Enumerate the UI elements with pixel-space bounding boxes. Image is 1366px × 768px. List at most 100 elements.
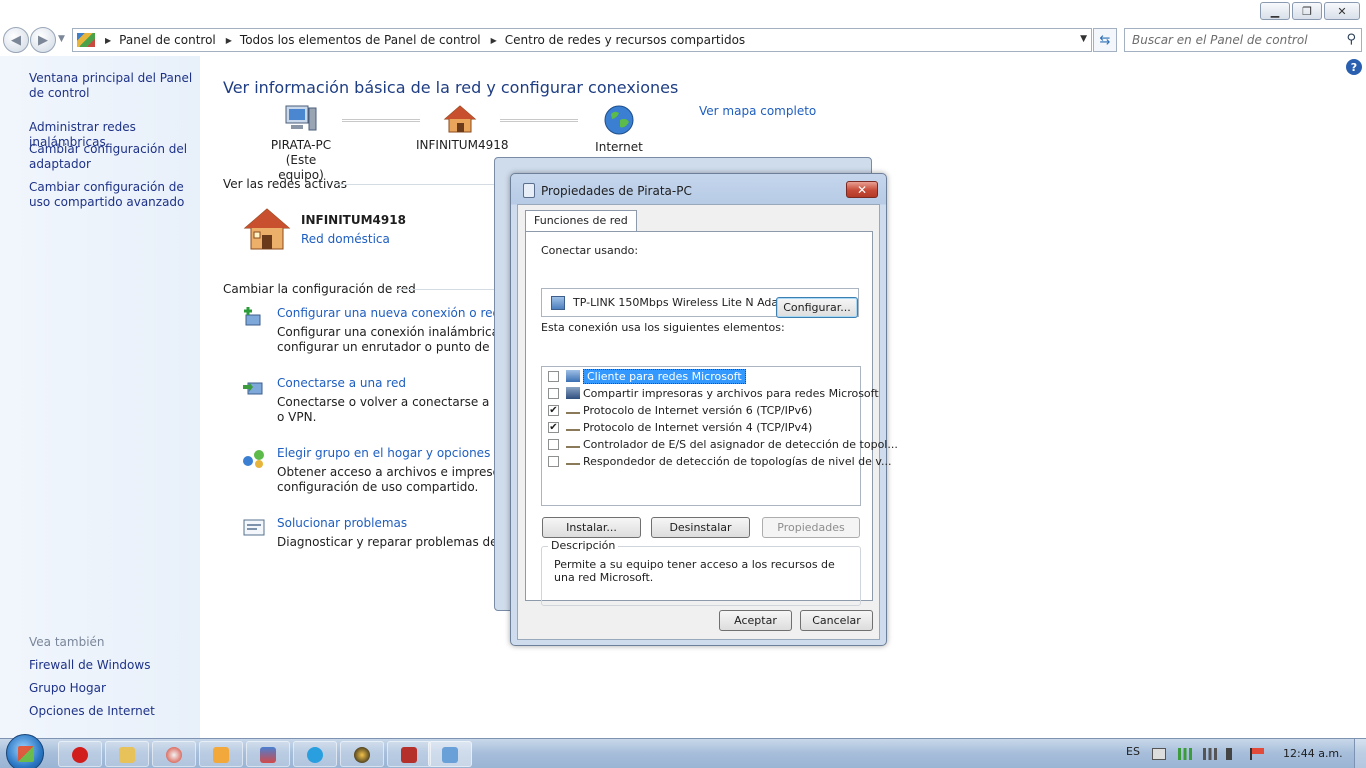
search-input[interactable] bbox=[1132, 33, 1342, 47]
homegroup-icon bbox=[243, 450, 264, 468]
tab-panel: Conectar usando: TP-LINK 150Mbps Wireles… bbox=[525, 231, 898, 606]
protocol-icon bbox=[566, 407, 580, 414]
breadcrumb-item-network-center[interactable]: Centro de redes y recursos compartidos bbox=[505, 33, 745, 47]
sidebar-item-advanced-sharing[interactable]: Cambiar configuración de uso compartido … bbox=[29, 180, 194, 210]
action-center-flag-icon[interactable] bbox=[1250, 748, 1264, 760]
description-text: Permite a su equipo tener acceso a los r… bbox=[554, 558, 835, 584]
sidebar-item-control-panel-home[interactable]: Ventana principal del Panel de control bbox=[29, 71, 194, 101]
search-box[interactable]: ⚲ bbox=[1124, 28, 1362, 52]
breadcrumb-separator-icon[interactable]: ▶ bbox=[491, 36, 497, 45]
folder-icon bbox=[119, 747, 135, 763]
taskbar-app-archive[interactable] bbox=[387, 741, 431, 767]
breadcrumb-separator-icon[interactable]: ▶ bbox=[226, 36, 232, 45]
minimize-button[interactable]: ▁ bbox=[1260, 2, 1290, 20]
forward-button[interactable]: ▶ bbox=[30, 27, 56, 53]
list-item[interactable]: ✔ Protocolo de Internet versión 4 (TCP/I… bbox=[548, 419, 812, 435]
show-desktop-button[interactable] bbox=[1354, 739, 1366, 768]
taskbar-app-opera[interactable] bbox=[58, 741, 102, 767]
network-node-internet[interactable]: Internet bbox=[585, 104, 653, 155]
elements-label: Esta conexión usa los siguientes element… bbox=[541, 321, 785, 334]
opera-icon bbox=[72, 747, 88, 763]
taskbar-app-media[interactable] bbox=[199, 741, 243, 767]
install-button[interactable]: Instalar... bbox=[542, 517, 641, 538]
description-group: Descripción Permite a su equipo tener ac… bbox=[541, 539, 861, 606]
start-button[interactable] bbox=[6, 734, 44, 768]
taskbar-app-messenger[interactable] bbox=[340, 741, 384, 767]
taskbar-app-explorer[interactable] bbox=[105, 741, 149, 767]
list-item[interactable]: Respondedor de detección de topologías d… bbox=[548, 453, 892, 469]
breadcrumb-item-panel[interactable]: Panel de control bbox=[119, 33, 216, 47]
maximize-button[interactable]: ❐ bbox=[1292, 2, 1322, 20]
printer-sharing-icon bbox=[566, 387, 580, 399]
home-network-icon[interactable] bbox=[242, 206, 292, 252]
clock[interactable]: 12:44 a.m. bbox=[1283, 747, 1343, 760]
language-indicator[interactable]: ES bbox=[1126, 745, 1140, 758]
list-item-label: Cliente para redes Microsoft bbox=[583, 368, 746, 384]
uninstall-button[interactable]: Desinstalar bbox=[651, 517, 750, 538]
network-node-pc[interactable]: PIRATA-PC (Este equipo) bbox=[265, 104, 337, 183]
volume-icon[interactable] bbox=[1226, 748, 1240, 760]
connect-network-icon bbox=[243, 382, 263, 395]
tab-networking[interactable]: Funciones de red bbox=[525, 210, 637, 231]
taskbar-app-skype[interactable] bbox=[293, 741, 337, 767]
taskbar-app-ccleaner[interactable] bbox=[152, 741, 196, 767]
dialog-close-button[interactable]: ✕ bbox=[846, 181, 878, 198]
task-homegroup-desc: Obtener acceso a archivos e impresoras u… bbox=[277, 465, 530, 495]
ok-button[interactable]: Aceptar bbox=[719, 610, 792, 631]
network-client-icon bbox=[566, 370, 580, 382]
section-divider bbox=[336, 184, 496, 185]
list-item[interactable]: Compartir impresoras y archivos para red… bbox=[548, 385, 879, 401]
address-bar[interactable]: ▶ Panel de control ▶ Todos los elementos… bbox=[72, 28, 1092, 52]
element-checkbox[interactable]: ✔ bbox=[548, 404, 559, 416]
task-desc-line: Obtener acceso a archivos e impresoras u bbox=[277, 465, 530, 479]
element-checkbox[interactable] bbox=[548, 438, 559, 450]
sidebar-item-firewall[interactable]: Firewall de Windows bbox=[29, 658, 194, 673]
search-icon[interactable]: ⚲ bbox=[1346, 32, 1356, 47]
new-connection-icon bbox=[244, 307, 261, 326]
breadcrumb-separator-icon[interactable]: ▶ bbox=[105, 36, 111, 45]
network-type-link[interactable]: Red doméstica bbox=[301, 232, 390, 246]
help-icon[interactable]: ? bbox=[1346, 59, 1362, 75]
active-networks-heading: Ver las redes activas bbox=[223, 177, 347, 191]
recent-pages-dropdown-icon[interactable]: ▼ bbox=[58, 34, 65, 44]
configure-button[interactable]: Configurar... bbox=[776, 297, 858, 318]
element-checkbox[interactable] bbox=[548, 455, 559, 467]
keyboard-icon[interactable] bbox=[1152, 748, 1166, 760]
network-node-router[interactable]: INFINITUM4918 bbox=[416, 104, 508, 153]
address-dropdown-icon[interactable]: ▼ bbox=[1080, 34, 1087, 44]
element-checkbox[interactable] bbox=[548, 370, 559, 382]
taskbar-app-tool[interactable] bbox=[246, 741, 290, 767]
cancel-button[interactable]: Cancelar bbox=[800, 610, 873, 631]
element-checkbox[interactable]: ✔ bbox=[548, 421, 559, 433]
description-legend: Descripción bbox=[548, 539, 619, 552]
sidebar-item-homegroup[interactable]: Grupo Hogar bbox=[29, 681, 194, 696]
close-icon: ✕ bbox=[856, 182, 868, 197]
breadcrumb-item-all-items[interactable]: Todos los elementos de Panel de control bbox=[240, 33, 481, 47]
computer-icon bbox=[285, 105, 317, 131]
sidebar-item-internet-options[interactable]: Opciones de Internet bbox=[29, 704, 194, 719]
list-item[interactable]: Controlador de E/S del asignador de dete… bbox=[548, 436, 898, 452]
element-checkbox[interactable] bbox=[548, 387, 559, 399]
protocol-icon bbox=[566, 458, 580, 465]
back-button[interactable]: ◀ bbox=[3, 27, 29, 53]
network-signal-icon[interactable] bbox=[1203, 748, 1217, 760]
taskbar-app-control-panel[interactable] bbox=[428, 741, 472, 767]
wifi-signal-icon[interactable] bbox=[1178, 748, 1192, 760]
list-item[interactable]: Cliente para redes Microsoft bbox=[548, 368, 746, 384]
full-map-link[interactable]: Ver mapa completo bbox=[699, 104, 816, 118]
protocol-icon bbox=[566, 424, 580, 431]
list-item-label: Respondedor de detección de topologías d… bbox=[583, 454, 892, 468]
close-button[interactable]: ✕ bbox=[1324, 2, 1360, 20]
properties-button[interactable]: Propiedades bbox=[762, 517, 860, 538]
task-new-connection-link[interactable]: Configurar una nueva conexión o red bbox=[277, 306, 528, 321]
home-network-icon bbox=[443, 105, 477, 133]
dialog-title: Propiedades de Pirata-PC bbox=[541, 184, 692, 198]
refresh-button[interactable]: ⇆ bbox=[1093, 28, 1117, 52]
network-link-line bbox=[342, 119, 420, 122]
task-homegroup-link[interactable]: Elegir grupo en el hogar y opciones de u… bbox=[277, 446, 530, 461]
sidebar-item-adapter-settings[interactable]: Cambiar configuración del adaptador bbox=[29, 142, 194, 172]
forward-arrow-icon: ▶ bbox=[38, 32, 48, 48]
section-divider bbox=[396, 289, 496, 290]
list-item[interactable]: ✔ Protocolo de Internet versión 6 (TCP/I… bbox=[548, 402, 812, 418]
task-desc-line: configuración de uso compartido. bbox=[277, 480, 479, 494]
